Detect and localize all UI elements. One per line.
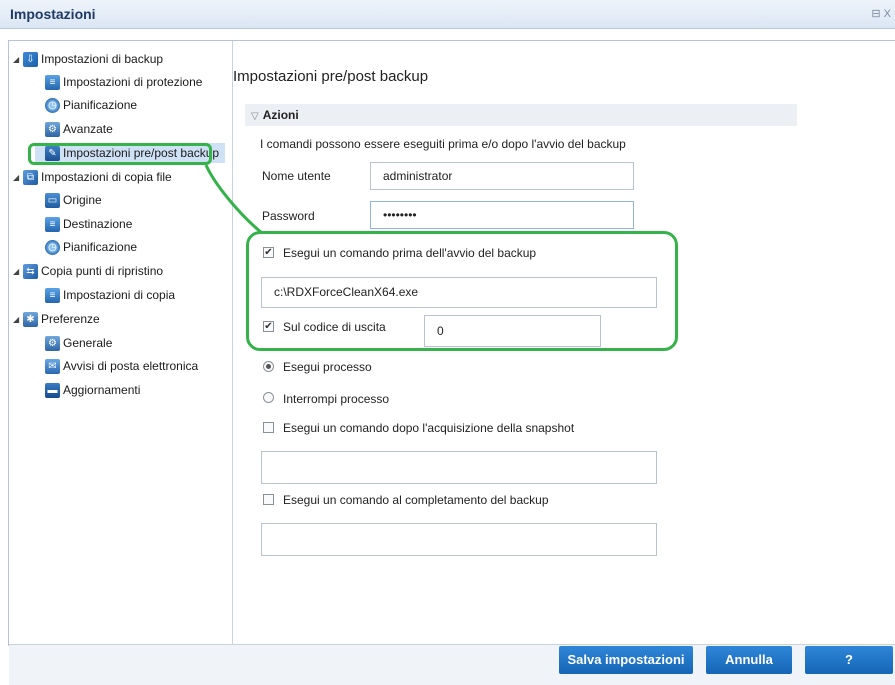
tree-item-destination[interactable]: ≡ Destinazione — [45, 214, 132, 234]
tree-item-label: Impostazioni di backup — [41, 52, 164, 66]
document-icon: ≡ — [45, 75, 60, 91]
tree-item-label: Impostazioni pre/post backup — [63, 146, 220, 160]
tree-item-source[interactable]: ▭ Origine — [45, 190, 102, 210]
tree-item-label: Impostazioni di protezione — [63, 75, 203, 89]
run-process-radio[interactable] — [263, 361, 274, 372]
tree-item-label: Generale — [63, 336, 113, 350]
tree-item-schedule[interactable]: ◷ Pianificazione — [45, 95, 137, 115]
snapshot-command-checkbox[interactable] — [263, 422, 274, 433]
document-icon: ≡ — [45, 288, 60, 304]
help-button[interactable]: ? — [805, 646, 893, 674]
file-copy-icon: ⧉ — [23, 170, 38, 186]
pre-command-label: Esegui un comando prima dell'avvio del b… — [283, 246, 537, 260]
general-icon: ⚙ — [45, 336, 60, 352]
snapshot-command-field[interactable] — [261, 451, 657, 484]
document-icon: ≡ — [45, 217, 60, 233]
description-text: I comandi possono essere eseguiti prima … — [260, 137, 626, 151]
expand-arrow-icon[interactable]: ◢ — [13, 168, 23, 188]
cancel-button[interactable]: Annulla — [706, 646, 792, 674]
wrench-icon: ✎ — [45, 146, 60, 162]
tree-item-pre-post-backup[interactable]: ✎ Impostazioni pre/post backup — [35, 143, 225, 163]
exit-code-checkbox[interactable]: ✔ — [263, 321, 274, 332]
monitor-icon: ▬ — [45, 383, 60, 399]
main-panel: Impostazioni pre/post backup ▽ Azioni I c… — [233, 41, 895, 644]
save-settings-button[interactable]: Salva impostazioni — [559, 646, 693, 674]
expand-arrow-icon[interactable]: ◢ — [13, 262, 23, 282]
snapshot-command-label: Esegui un comando dopo l'acquisizione de… — [283, 421, 575, 435]
tree-item-advanced[interactable]: ⚙ Avanzate — [45, 119, 113, 139]
complete-command-checkbox[interactable] — [263, 494, 274, 505]
tree-item-updates[interactable]: ▬ Aggiornamenti — [45, 380, 140, 400]
preferences-icon: ✱ — [23, 312, 38, 328]
clock-icon: ◷ — [45, 98, 60, 114]
stop-process-radio[interactable] — [263, 392, 274, 403]
password-field[interactable]: •••••••• — [370, 201, 634, 229]
tree-item-email-alerts[interactable]: ✉ Avvisi di posta elettronica — [45, 356, 198, 376]
tree-item-label: Impostazioni di copia — [63, 288, 176, 302]
pre-command-field[interactable]: c:\RDXForceCleanX64.exe — [261, 277, 657, 308]
tree-item-label: Copia punti di ripristino — [41, 264, 164, 278]
stop-process-label: Interrompi processo — [283, 392, 390, 406]
tree-item-label: Avanzate — [63, 122, 113, 136]
expand-arrow-icon[interactable]: ◢ — [13, 50, 23, 70]
mail-icon: ✉ — [45, 359, 60, 375]
settings-tree: ◢ ⇩ Impostazioni di backup ≡ Impostazioni d… — [9, 41, 233, 644]
gear-icon: ⚙ — [45, 122, 60, 138]
tree-item-label: Pianificazione — [63, 98, 138, 112]
tree-item-copy-recovery-points[interactable]: ◢ ⇆ Copia punti di ripristino — [13, 261, 163, 281]
tree-item-label: Preferenze — [41, 312, 100, 326]
password-label: Password — [262, 209, 315, 223]
tree-item-copy-settings[interactable]: ≡ Impostazioni di copia — [45, 285, 175, 305]
run-process-label: Esegui processo — [283, 360, 372, 374]
complete-command-field[interactable] — [261, 523, 657, 556]
tree-item-label: Pianificazione — [63, 240, 138, 254]
tree-item-backup-settings[interactable]: ◢ ⇩ Impostazioni di backup — [13, 49, 163, 69]
username-field[interactable]: administrator — [370, 162, 634, 190]
tree-item-label: Avvisi di posta elettronica — [63, 359, 199, 373]
group-header-actions[interactable]: ▽ Azioni — [245, 104, 797, 126]
tree-item-label: Impostazioni di copia file — [41, 170, 172, 184]
tree-item-file-copy-schedule[interactable]: ◷ Pianificazione — [45, 237, 137, 257]
recovery-point-icon: ⇆ — [23, 264, 38, 280]
section-title: Impostazioni pre/post backup — [233, 68, 429, 85]
complete-command-label: Esegui un comando al completamento del b… — [283, 493, 549, 507]
group-title: Azioni — [262, 108, 299, 122]
exit-code-field[interactable]: 0 — [424, 315, 601, 347]
exit-code-label: Sul codice di uscita — [283, 320, 386, 334]
tree-item-file-copy-settings[interactable]: ◢ ⧉ Impostazioni di copia file — [13, 167, 172, 187]
clock-icon: ◷ — [45, 240, 60, 256]
window-title: Impostazioni — [10, 6, 96, 22]
backup-icon: ⇩ — [23, 52, 38, 68]
folder-icon: ▭ — [45, 193, 60, 209]
tree-item-label: Aggiornamenti — [63, 383, 141, 397]
tree-item-general[interactable]: ⚙ Generale — [45, 333, 112, 353]
pre-command-checkbox[interactable]: ✔ — [263, 247, 274, 258]
collapse-triangle-icon: ▽ — [251, 111, 259, 122]
tree-item-preferences[interactable]: ◢ ✱ Preferenze — [13, 309, 100, 329]
window-controls[interactable]: ⊟ X — [871, 7, 891, 20]
tree-item-label: Destinazione — [63, 217, 133, 231]
tree-item-protection-settings[interactable]: ≡ Impostazioni di protezione — [45, 72, 202, 92]
tree-item-label: Origine — [63, 193, 102, 207]
username-label: Nome utente — [262, 169, 331, 183]
expand-arrow-icon[interactable]: ◢ — [13, 310, 23, 330]
title-bar: Impostazioni ⊟ X — [0, 0, 895, 29]
